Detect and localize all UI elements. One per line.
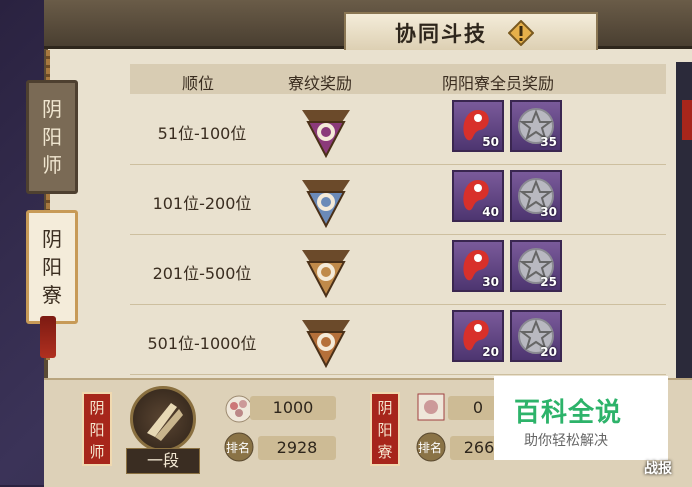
- tab-char: 寮: [42, 283, 62, 307]
- rank-range: 51位-100位: [157, 124, 247, 143]
- seal-char: 阴: [377, 399, 393, 417]
- reward-item-magatama[interactable]: 30: [452, 240, 504, 292]
- reward-count: 25: [540, 275, 557, 289]
- reward-item-coin[interactable]: 20: [510, 310, 562, 362]
- guild-badge-icon: [302, 180, 350, 228]
- seal-char: 阳: [89, 421, 105, 439]
- seal-char: 寮: [377, 443, 393, 461]
- rank-range: 201位-500位: [152, 264, 252, 283]
- column-badge-reward: 寮纹奖励: [288, 74, 353, 93]
- reward-item-magatama[interactable]: 50: [452, 100, 504, 152]
- reward-item-coin[interactable]: 30: [510, 170, 562, 222]
- tab-guild[interactable]: 阴 阳 寮: [26, 210, 78, 324]
- tassel-decoration: [40, 316, 56, 358]
- guild-ranking-label: 排名: [418, 441, 443, 455]
- player-rank-label: 一段: [126, 448, 200, 474]
- battle-report-button[interactable]: 战报: [644, 458, 672, 478]
- player-seal: 阴 阳 师: [82, 392, 112, 466]
- tab-onmyoji[interactable]: 阴 阳 师: [26, 80, 78, 194]
- watermark-subtitle: 助你轻松解决: [524, 433, 608, 449]
- guild-seal: 阴 阳 寮: [370, 392, 400, 466]
- table-row: 201位-500位 30 25: [130, 236, 666, 305]
- guild-badge-icon: [302, 110, 350, 158]
- info-warning-icon[interactable]: [508, 20, 534, 46]
- tab-char: 阳: [42, 255, 62, 279]
- guild-badge-icon: [302, 320, 350, 368]
- guild-badge-icon: [302, 250, 350, 298]
- tab-char: 阳: [42, 125, 62, 149]
- table-row: 501位-1000位 20 20: [130, 306, 666, 375]
- player-ranking-label: 排名: [226, 441, 251, 455]
- rank-range: 101位-200位: [152, 194, 252, 213]
- reward-count: 50: [482, 135, 499, 149]
- reward-count: 20: [482, 345, 499, 359]
- guild-score-icon: [417, 393, 445, 421]
- player-score: 1000: [250, 396, 336, 420]
- reward-item-magatama[interactable]: 40: [452, 170, 504, 222]
- reward-item-magatama[interactable]: 20: [452, 310, 504, 362]
- rank-range: 501位-1000位: [147, 334, 257, 353]
- reward-count: 40: [482, 205, 499, 219]
- page-title: 协同斗技: [395, 21, 487, 46]
- seal-char: 师: [89, 443, 105, 461]
- tab-char: 阴: [42, 227, 62, 251]
- tab-char: 阴: [42, 97, 62, 121]
- seal-char: 阴: [89, 399, 105, 417]
- reward-count: 30: [540, 205, 557, 219]
- table-row: 101位-200位 40 30: [130, 166, 666, 235]
- reward-count: 35: [540, 135, 557, 149]
- reward-item-coin[interactable]: 25: [510, 240, 562, 292]
- reward-count: 30: [482, 275, 499, 289]
- seal-char: 阳: [377, 421, 393, 439]
- tab-char: 师: [42, 153, 62, 177]
- reward-item-coin[interactable]: 35: [510, 100, 562, 152]
- column-member-reward: 阴阳寮全员奖励: [442, 74, 555, 93]
- table-header: 顺位 寮纹奖励 阴阳寮全员奖励: [130, 64, 666, 94]
- player-ranking: 2928: [258, 436, 336, 460]
- rank-emblem-icon: [130, 386, 196, 452]
- reward-count: 20: [540, 345, 557, 359]
- right-edge-tag[interactable]: [682, 100, 692, 140]
- watermark-title: 百科全说: [514, 398, 623, 428]
- column-rank: 顺位: [182, 74, 215, 93]
- table-row: 51位-100位 50 35: [130, 96, 666, 165]
